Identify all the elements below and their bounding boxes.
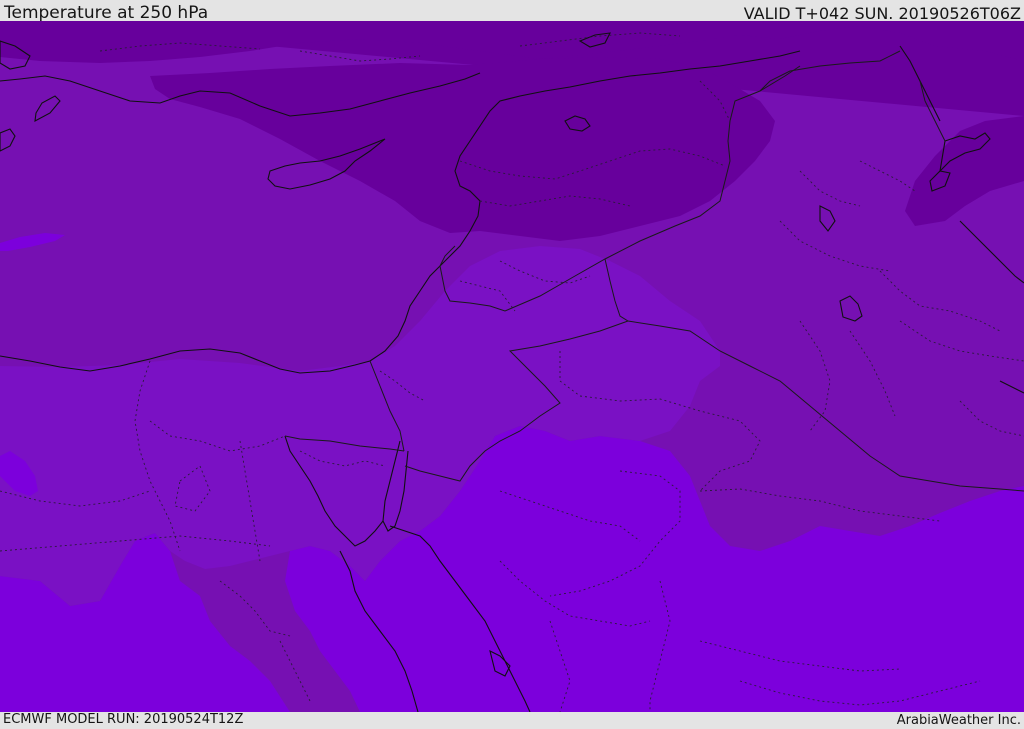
model-run: ECMWF MODEL RUN: 20190524T12Z bbox=[3, 712, 244, 727]
map-canvas bbox=[0, 21, 1024, 712]
map-title: Temperature at 250 hPa bbox=[4, 3, 209, 23]
header-bar: Temperature at 250 hPa VALID T+042 SUN. … bbox=[0, 0, 1024, 23]
credit-text: ArabiaWeather Inc. bbox=[896, 713, 1021, 728]
footer-bar: ECMWF MODEL RUN: 20190524T12Z ArabiaWeat… bbox=[0, 712, 1024, 729]
weather-map[interactable] bbox=[0, 21, 1024, 712]
